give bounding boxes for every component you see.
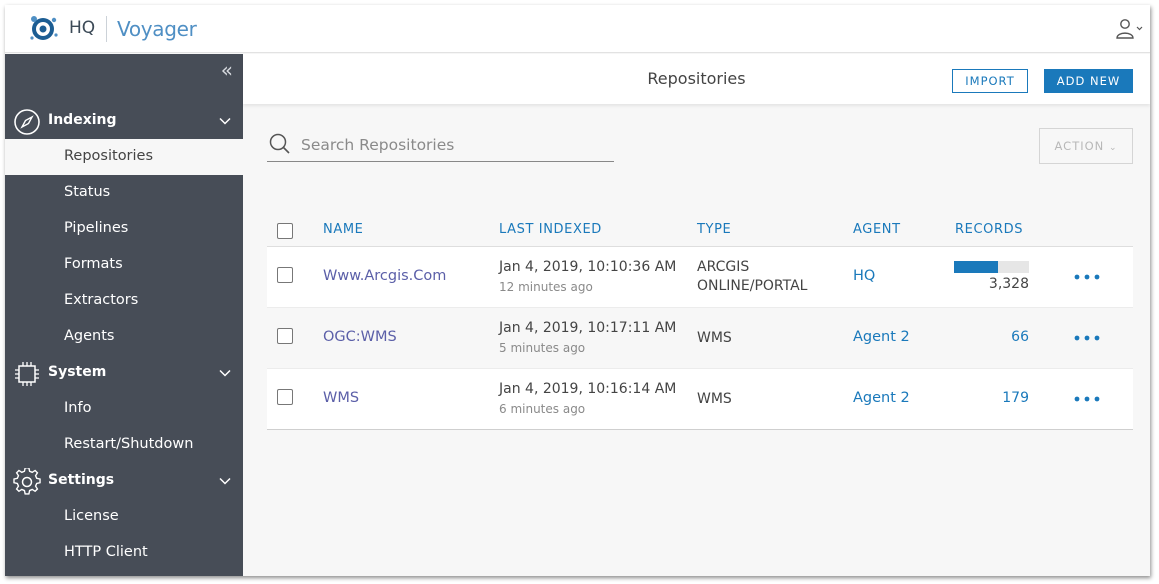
more-options-icon[interactable] (1073, 333, 1103, 343)
action-dropdown[interactable]: ACTION ⌄ (1039, 128, 1133, 164)
sidebar: « Indexing Repositories Status Pipelines… (5, 54, 243, 576)
last-indexed-date: Jan 4, 2019, 10:10:36 AM (499, 259, 677, 275)
row-checkbox[interactable] (277, 267, 293, 283)
gear-icon (13, 468, 41, 495)
chevron-down-icon: ⌄ (1108, 143, 1118, 153)
repository-name-link[interactable]: Www.Arcgis.Com (323, 268, 446, 284)
compass-icon (14, 109, 40, 135)
app-window: HQ Voyager « Indexing Repositories Statu… (5, 5, 1150, 576)
search-input[interactable] (301, 131, 601, 159)
more-options-icon[interactable] (1073, 394, 1103, 404)
sidebar-item-license[interactable]: License (5, 499, 243, 535)
sidebar-item-label: HTTP Client (64, 544, 148, 560)
collapse-sidebar-icon[interactable]: « (221, 60, 233, 80)
last-indexed-ago: 5 minutes ago (499, 341, 586, 355)
user-menu-icon[interactable] (1114, 17, 1144, 41)
select-all-checkbox[interactable] (277, 223, 293, 239)
last-indexed-date: Jan 4, 2019, 10:17:11 AM (499, 320, 677, 336)
repository-name-link[interactable]: OGC:WMS (323, 329, 397, 345)
sidebar-item-label: Formats (64, 256, 123, 272)
table-row[interactable]: Www.Arcgis.Com Jan 4, 2019, 10:10:36 AM … (267, 247, 1133, 308)
page-header: Repositories IMPORT ADD NEW (243, 54, 1150, 104)
sidebar-section-system[interactable]: System (5, 355, 243, 391)
sidebar-item-agents[interactable]: Agents (5, 319, 243, 355)
row-checkbox[interactable] (277, 328, 293, 344)
chevron-down-icon (219, 369, 231, 377)
repository-name-link[interactable]: WMS (323, 390, 359, 406)
voyager-logo-icon[interactable] (27, 11, 61, 45)
records-count: 3,328 (988, 276, 1029, 292)
search-bar (267, 129, 614, 162)
sidebar-item-label: Repositories (64, 148, 154, 164)
chevron-down-icon (219, 477, 231, 485)
records-progress-fill (954, 261, 998, 273)
type-line-2: ONLINE/PORTAL (697, 278, 808, 294)
sidebar-item-info[interactable]: Info (5, 391, 243, 427)
column-header-last-indexed[interactable]: LAST INDEXED (499, 222, 602, 237)
repository-type: ARCGIS ONLINE/PORTAL (697, 258, 807, 296)
sidebar-section-label: Indexing (48, 112, 117, 128)
chip-icon (15, 362, 39, 386)
sidebar-item-extractors[interactable]: Extractors (5, 283, 243, 319)
table-header: NAME LAST INDEXED TYPE AGENT RECORDS (267, 217, 1133, 247)
row-checkbox[interactable] (277, 389, 293, 405)
agent-link[interactable]: HQ (853, 268, 875, 284)
sidebar-item-http-client[interactable]: HTTP Client (5, 535, 243, 571)
table-row[interactable]: WMS Jan 4, 2019, 10:16:14 AM 6 minutes a… (267, 369, 1133, 430)
sidebar-item-label: License (64, 508, 119, 524)
add-new-button[interactable]: ADD NEW (1044, 69, 1133, 93)
search-icon (269, 133, 290, 154)
column-header-records[interactable]: RECORDS (955, 222, 1023, 237)
sidebar-item-label: Status (64, 184, 111, 200)
records-progress-bar (954, 261, 1029, 273)
more-options-icon[interactable] (1073, 272, 1103, 282)
action-label: ACTION (1054, 139, 1105, 153)
sidebar-item-label: Extractors (64, 292, 139, 308)
records-count-link[interactable]: 66 (1011, 329, 1029, 345)
sidebar-item-label: Info (64, 400, 92, 416)
repository-type: WMS (697, 330, 732, 346)
sidebar-item-label: Agents (64, 328, 115, 344)
column-header-name[interactable]: NAME (323, 222, 363, 237)
sidebar-item-status[interactable]: Status (5, 175, 243, 211)
top-bar: HQ Voyager (5, 5, 1150, 53)
repositories-table: NAME LAST INDEXED TYPE AGENT RECORDS Www… (267, 217, 1133, 430)
sidebar-section-label: Settings (48, 472, 115, 488)
last-indexed-ago: 6 minutes ago (499, 402, 586, 416)
chevron-down-icon (219, 117, 231, 125)
brand-name: Voyager (117, 17, 197, 41)
agent-link[interactable]: Agent 2 (853, 329, 910, 345)
brand-divider (106, 16, 107, 42)
column-header-type[interactable]: TYPE (697, 222, 731, 237)
sidebar-item-label: Restart/Shutdown (64, 436, 194, 452)
hq-label: HQ (69, 18, 96, 38)
sidebar-section-indexing[interactable]: Indexing (5, 103, 243, 139)
sidebar-item-repositories[interactable]: Repositories (5, 139, 243, 175)
last-indexed-ago: 12 minutes ago (499, 280, 593, 294)
sidebar-item-label: Pipelines (64, 220, 129, 236)
table-row[interactable]: OGC:WMS Jan 4, 2019, 10:17:11 AM 5 minut… (267, 308, 1133, 369)
sidebar-section-label: System (48, 364, 107, 380)
import-button[interactable]: IMPORT (952, 69, 1028, 93)
last-indexed-date: Jan 4, 2019, 10:16:14 AM (499, 381, 677, 397)
type-line-1: ARCGIS (697, 259, 750, 275)
column-header-agent[interactable]: AGENT (853, 222, 901, 237)
sidebar-item-restart-shutdown[interactable]: Restart/Shutdown (5, 427, 243, 463)
repository-type: WMS (697, 391, 732, 407)
agent-link[interactable]: Agent 2 (853, 390, 910, 406)
records-count-link[interactable]: 179 (1002, 390, 1029, 406)
sidebar-item-formats[interactable]: Formats (5, 247, 243, 283)
sidebar-item-pipelines[interactable]: Pipelines (5, 211, 243, 247)
sidebar-section-settings[interactable]: Settings (5, 463, 243, 499)
